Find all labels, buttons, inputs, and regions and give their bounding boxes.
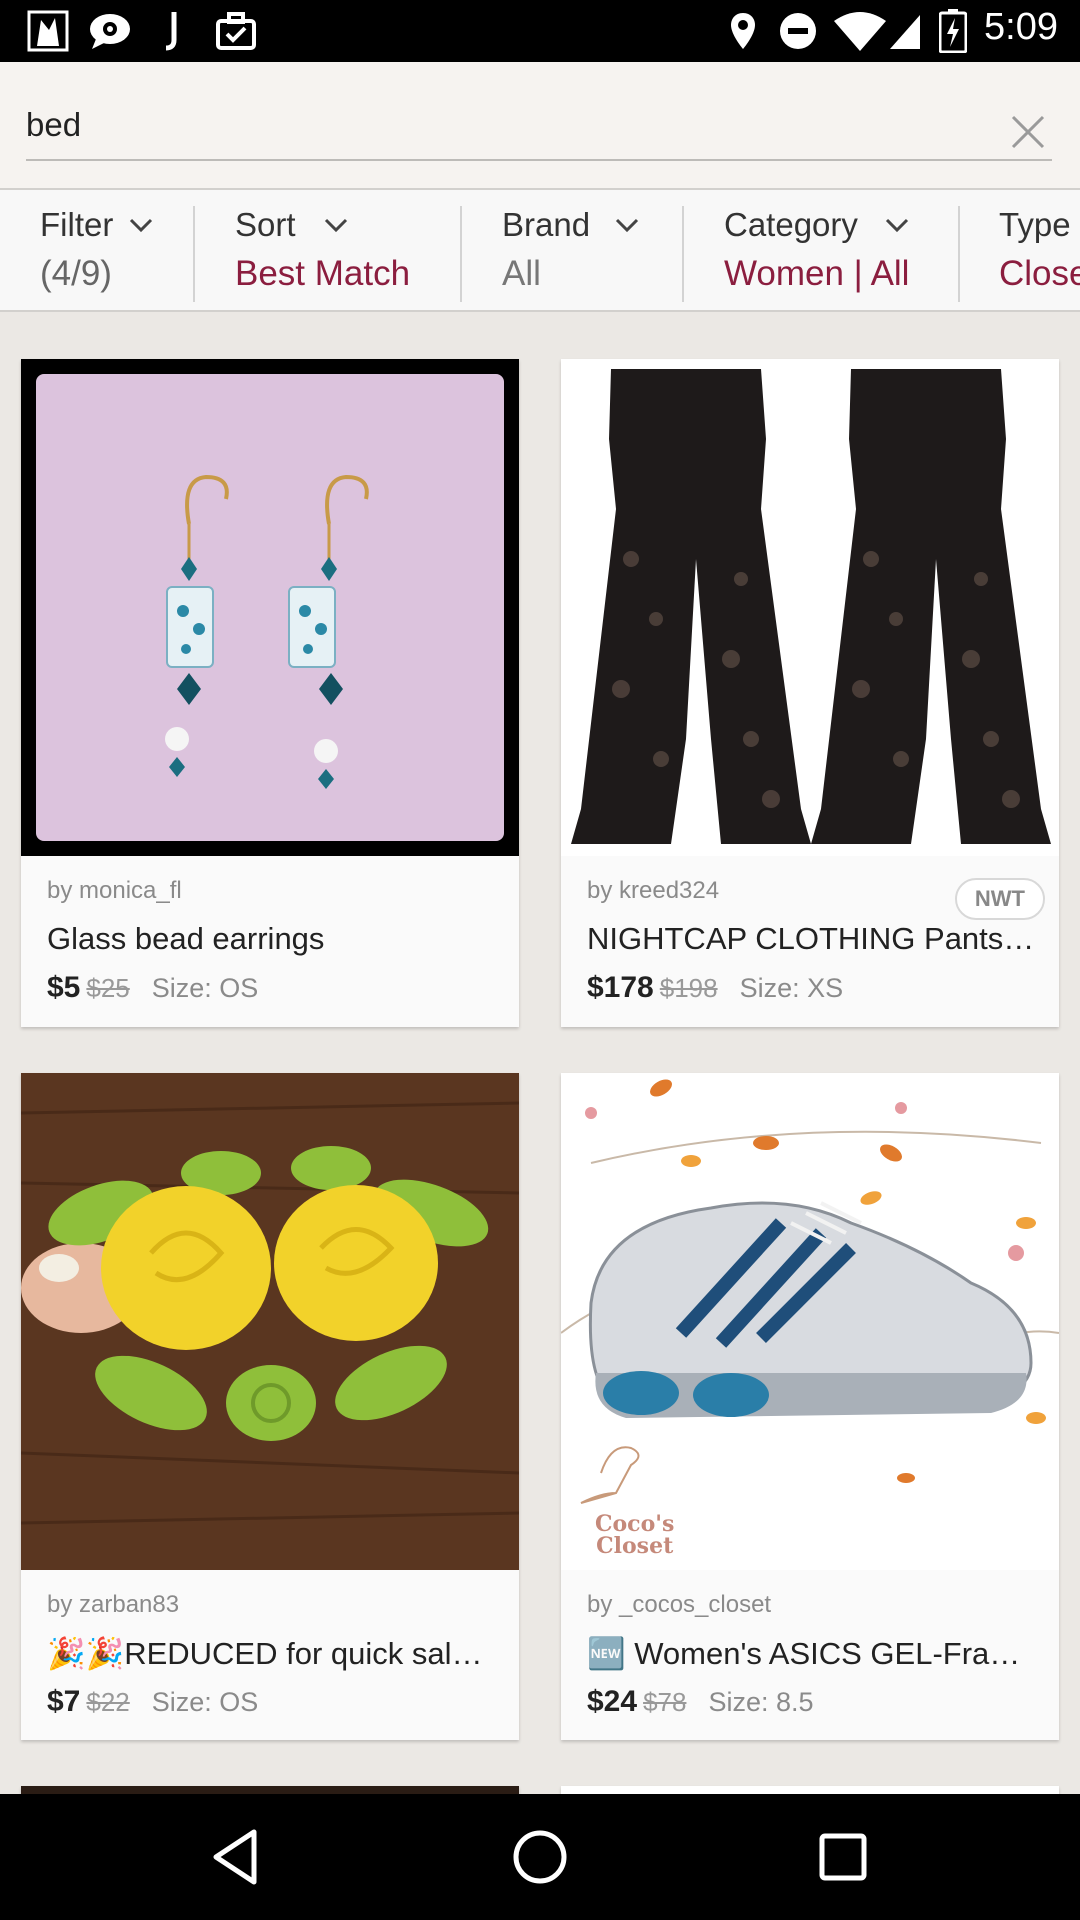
chat-icon xyxy=(88,10,132,52)
back-icon[interactable] xyxy=(204,1824,270,1890)
filter-bar: Filter (4/9) Sort Best Match Brand All C… xyxy=(0,188,1080,312)
clear-search-icon[interactable] xyxy=(1008,112,1048,152)
listing-title: NIGHTCAP CLOTHING Pants Lace Bell Bottom… xyxy=(587,921,1037,956)
seller-name[interactable]: by _cocos_closet xyxy=(587,1591,771,1619)
navigation-bar xyxy=(0,1794,1080,1920)
size: Size: XS xyxy=(739,973,844,1003)
listing-title: 🆕 Women's ASICS GEL-Frantic Running Shoe… xyxy=(587,1636,1037,1671)
original-price: $22 xyxy=(86,1687,130,1717)
recents-icon[interactable] xyxy=(810,1824,876,1890)
original-price: $198 xyxy=(659,973,718,1003)
listing-title: Glass bead earrings xyxy=(47,921,325,956)
sort-dropdown[interactable]: Sort Best Match xyxy=(195,190,461,310)
listing-card[interactable] xyxy=(21,1786,519,1794)
logo-text: Coco's xyxy=(595,1511,675,1537)
location-icon xyxy=(728,10,758,52)
search-underline xyxy=(26,159,1052,161)
listing-card[interactable] xyxy=(561,1786,1059,1794)
battery-charging-icon xyxy=(938,9,968,53)
search-input[interactable]: bed xyxy=(26,106,81,144)
original-price: $78 xyxy=(643,1687,687,1717)
brand-label: Brand xyxy=(502,206,591,243)
briefcase-check-icon xyxy=(214,10,258,52)
product-image[interactable] xyxy=(21,1073,519,1570)
status-time: 5:09 xyxy=(984,6,1058,48)
seller-name[interactable]: by kreed324 xyxy=(587,877,719,905)
chevron-down-icon xyxy=(885,218,909,233)
price-row: $5 $25 Size: OS xyxy=(47,971,258,1005)
original-price: $25 xyxy=(86,973,130,1003)
listing-card[interactable]: by monica_fl Glass bead earrings $5 $25 Si… xyxy=(21,359,519,1027)
filter-dropdown[interactable]: Filter (4/9) xyxy=(0,190,194,310)
product-image[interactable]: Coco's Closet xyxy=(561,1073,1059,1570)
size: Size: OS xyxy=(151,1687,259,1717)
search-bar: bed xyxy=(0,62,1080,188)
listing-grid: by monica_fl Glass bead earrings $5 $25 Si… xyxy=(0,314,1080,1794)
listing-card[interactable]: by zarban83 🎉🎉REDUCED for quick sale Vin… xyxy=(21,1073,519,1740)
category-value: Women | All xyxy=(724,254,910,293)
j-icon xyxy=(160,10,184,52)
brand-value: All xyxy=(502,254,541,293)
product-image[interactable] xyxy=(21,359,519,856)
chevron-down-icon xyxy=(615,218,639,233)
price: $24 xyxy=(587,1685,638,1718)
logo-text: Closet xyxy=(596,1533,674,1559)
status-bar: 5:09 xyxy=(0,0,1080,62)
price: $7 xyxy=(47,1685,81,1718)
sort-label: Sort xyxy=(235,206,296,243)
nwt-badge: NWT xyxy=(954,878,1045,920)
listing-card[interactable]: NWT by kreed324 NIGHTCAP CLOTHING Pants … xyxy=(561,359,1059,1027)
listing-card[interactable]: Coco's Closet by _cocos_closet 🆕 Women's… xyxy=(561,1073,1059,1740)
category-dropdown[interactable]: Category Women | All xyxy=(684,190,958,310)
sort-value: Best Match xyxy=(235,254,411,293)
type-value: Closet xyxy=(999,254,1080,293)
type-label: Type xyxy=(999,206,1071,243)
product-image[interactable] xyxy=(561,359,1059,856)
seller-name[interactable]: by monica_fl xyxy=(47,877,182,905)
price-row: $24 $78 Size: 8.5 xyxy=(587,1685,814,1719)
filter-value: (4/9) xyxy=(40,254,112,293)
price-row: $178 $198 Size: XS xyxy=(587,971,843,1005)
size: Size: OS xyxy=(151,973,259,1003)
signal-icon xyxy=(888,10,922,52)
listing-title: 🎉🎉REDUCED for quick sale Vintage Yellow … xyxy=(47,1636,497,1671)
cocos-closet-logo: Coco's Closet xyxy=(595,1513,674,1557)
chevron-down-icon xyxy=(324,218,348,233)
price: $5 xyxy=(47,971,81,1004)
category-label: Category xyxy=(724,206,858,243)
filter-label: Filter xyxy=(40,206,114,243)
wifi-icon xyxy=(832,10,888,52)
price: $178 xyxy=(587,971,654,1004)
chevron-down-icon xyxy=(129,218,153,233)
seller-name[interactable]: by zarban83 xyxy=(47,1591,179,1619)
home-icon[interactable] xyxy=(507,1824,573,1890)
do-not-disturb-icon xyxy=(778,10,818,52)
price-row: $7 $22 Size: OS xyxy=(47,1685,258,1719)
app-icon xyxy=(26,10,70,52)
type-dropdown[interactable]: Type Closet xyxy=(960,190,1080,310)
brand-dropdown[interactable]: Brand All xyxy=(462,190,682,310)
size: Size: 8.5 xyxy=(708,1687,814,1717)
